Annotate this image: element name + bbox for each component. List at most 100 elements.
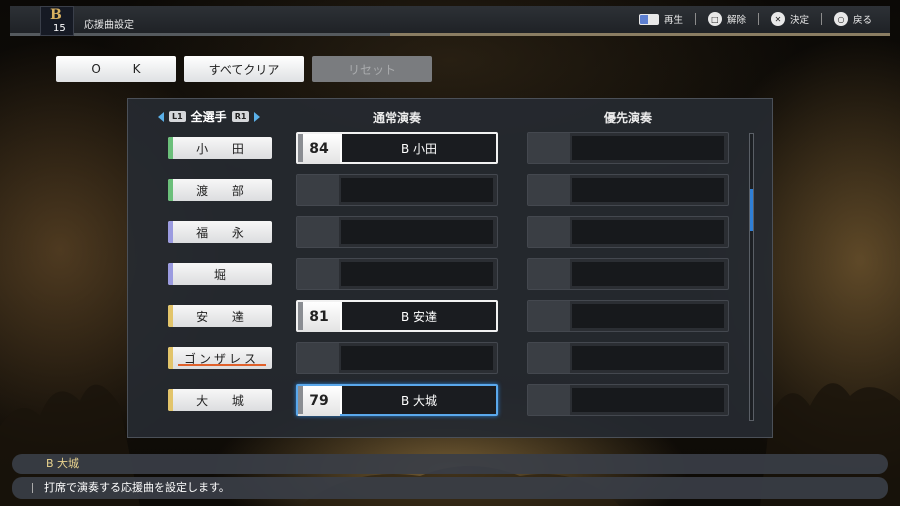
song-title xyxy=(341,346,493,370)
priority-song-slot[interactable] xyxy=(527,300,729,332)
song-number xyxy=(528,385,570,415)
song-number xyxy=(528,175,570,205)
controller-hints: 再生 □ 解除 ✕ 決定 ○ 戻る xyxy=(638,12,872,26)
song-title xyxy=(572,178,724,202)
normal-song-slot[interactable] xyxy=(296,216,498,248)
divider xyxy=(757,13,759,25)
song-number xyxy=(528,217,570,247)
control-confirm-label: 決定 xyxy=(789,15,809,26)
player-name: 福 永 xyxy=(196,225,254,240)
selected-song-bar: B 大城 xyxy=(12,454,888,474)
priority-song-slot[interactable] xyxy=(527,342,729,374)
column-header-normal: 通常演奏 xyxy=(373,111,422,125)
r1-button[interactable]: R1 xyxy=(231,111,250,122)
priority-song-slot[interactable] xyxy=(527,174,729,206)
player-name-button[interactable]: 堀 xyxy=(168,263,272,285)
song-number xyxy=(528,133,570,163)
table-row: 渡 部 xyxy=(128,174,774,208)
divider xyxy=(820,13,822,25)
selected-song-name: B 大城 xyxy=(46,457,80,470)
position-tag xyxy=(168,263,173,285)
player-name: 安 達 xyxy=(196,309,254,324)
control-back[interactable]: ○ 戻る xyxy=(833,12,872,26)
song-title xyxy=(341,178,493,202)
divider xyxy=(32,483,33,493)
arrow-right-icon[interactable] xyxy=(254,111,261,122)
touchpad-icon xyxy=(638,13,659,25)
column-header-priority: 優先演奏 xyxy=(604,111,653,125)
clear-all-button[interactable]: すべてクリア xyxy=(184,56,304,82)
table-row: 大 城 79 B 大城 xyxy=(128,384,774,418)
table-row: 小 田 84 B 小田 xyxy=(128,132,774,166)
song-number: 84 xyxy=(298,134,340,164)
position-tag xyxy=(168,389,173,411)
player-filter[interactable]: L1 全選手 R1 xyxy=(158,108,261,125)
song-title xyxy=(341,220,493,244)
priority-song-slot[interactable] xyxy=(527,384,729,416)
table-row: 堀 xyxy=(128,258,774,292)
player-name-button[interactable]: 大 城 xyxy=(168,389,272,411)
control-clear-label: 解除 xyxy=(726,15,746,26)
table-row: 福 永 xyxy=(128,216,774,250)
song-title xyxy=(572,220,724,244)
song-title xyxy=(341,262,493,286)
position-tag xyxy=(168,179,173,201)
priority-song-slot[interactable] xyxy=(527,132,729,164)
table-row: 安 達 81 B 安達 xyxy=(128,300,774,334)
normal-song-slot[interactable]: 84 B 小田 xyxy=(296,132,498,164)
player-name: 堀 xyxy=(213,267,236,282)
position-tag xyxy=(168,305,173,327)
control-play[interactable]: 再生 xyxy=(638,12,683,26)
player-name-button[interactable]: 小 田 xyxy=(168,137,272,159)
priority-song-slot[interactable] xyxy=(527,258,729,290)
song-number xyxy=(297,217,339,247)
player-name-button[interactable]: ゴンザレス xyxy=(168,347,272,369)
song-number: 81 xyxy=(298,302,340,332)
song-number xyxy=(297,259,339,289)
song-number xyxy=(528,343,570,373)
player-name-button[interactable]: 福 永 xyxy=(168,221,272,243)
player-name: 小 田 xyxy=(196,141,254,156)
song-number xyxy=(528,259,570,289)
position-tag xyxy=(168,137,173,159)
cheer-song-panel: L1 全選手 R1 通常演奏 優先演奏 小 田 84 B 小田 渡 部 福 永 … xyxy=(127,98,773,438)
arrow-left-icon[interactable] xyxy=(158,111,164,122)
song-title xyxy=(572,346,724,370)
reset-button[interactable]: リセット xyxy=(312,56,432,82)
circle-button-icon: ○ xyxy=(833,12,848,26)
player-name: 大 城 xyxy=(196,393,254,408)
player-name: 渡 部 xyxy=(196,183,254,198)
normal-song-slot[interactable]: 81 B 安達 xyxy=(296,300,498,332)
song-title: B 安達 xyxy=(342,302,496,330)
normal-song-slot[interactable]: 79 B 大城 xyxy=(296,384,498,416)
position-tag xyxy=(168,347,173,369)
song-number: 79 xyxy=(298,386,340,416)
divider xyxy=(694,13,696,25)
top-bar-accent xyxy=(390,33,890,36)
song-title: B 小田 xyxy=(342,134,496,162)
l1-button[interactable]: L1 xyxy=(169,111,186,122)
control-clear[interactable]: □ 解除 xyxy=(707,12,746,26)
table-row: ゴンザレス xyxy=(128,342,774,376)
position-tag xyxy=(168,221,173,243)
cross-button-icon: ✕ xyxy=(770,12,785,26)
team-number: 15 xyxy=(53,23,66,34)
normal-song-slot[interactable] xyxy=(296,342,498,374)
song-title: B 大城 xyxy=(342,386,496,414)
control-confirm[interactable]: ✕ 決定 xyxy=(770,12,809,26)
control-back-label: 戻る xyxy=(852,15,872,26)
player-name-button[interactable]: 渡 部 xyxy=(168,179,272,201)
song-title xyxy=(572,388,724,412)
song-number xyxy=(297,175,339,205)
player-name-button[interactable]: 安 達 xyxy=(168,305,272,327)
control-play-label: 再生 xyxy=(663,15,683,26)
priority-song-slot[interactable] xyxy=(527,216,729,248)
help-bar: 打席で演奏する応援曲を設定します。 xyxy=(12,477,888,499)
ok-button[interactable]: O K xyxy=(56,56,176,82)
team-logo-letter: B xyxy=(50,7,62,23)
top-bar: B 15 応援曲設定 再生 □ 解除 ✕ 決定 ○ 戻る xyxy=(10,6,890,36)
normal-song-slot[interactable] xyxy=(296,258,498,290)
help-text: 打席で演奏する応援曲を設定します。 xyxy=(44,481,230,494)
normal-song-slot[interactable] xyxy=(296,174,498,206)
song-title xyxy=(572,136,724,160)
